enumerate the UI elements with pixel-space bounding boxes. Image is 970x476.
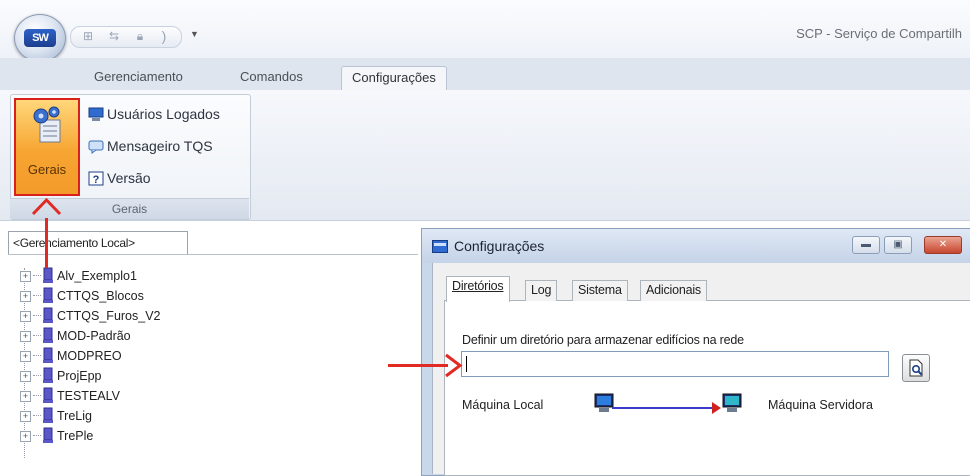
annotation-arrow-up: [31, 197, 62, 268]
annotation-arrows: [31, 197, 463, 378]
annotation-arrow-right: [388, 353, 463, 378]
